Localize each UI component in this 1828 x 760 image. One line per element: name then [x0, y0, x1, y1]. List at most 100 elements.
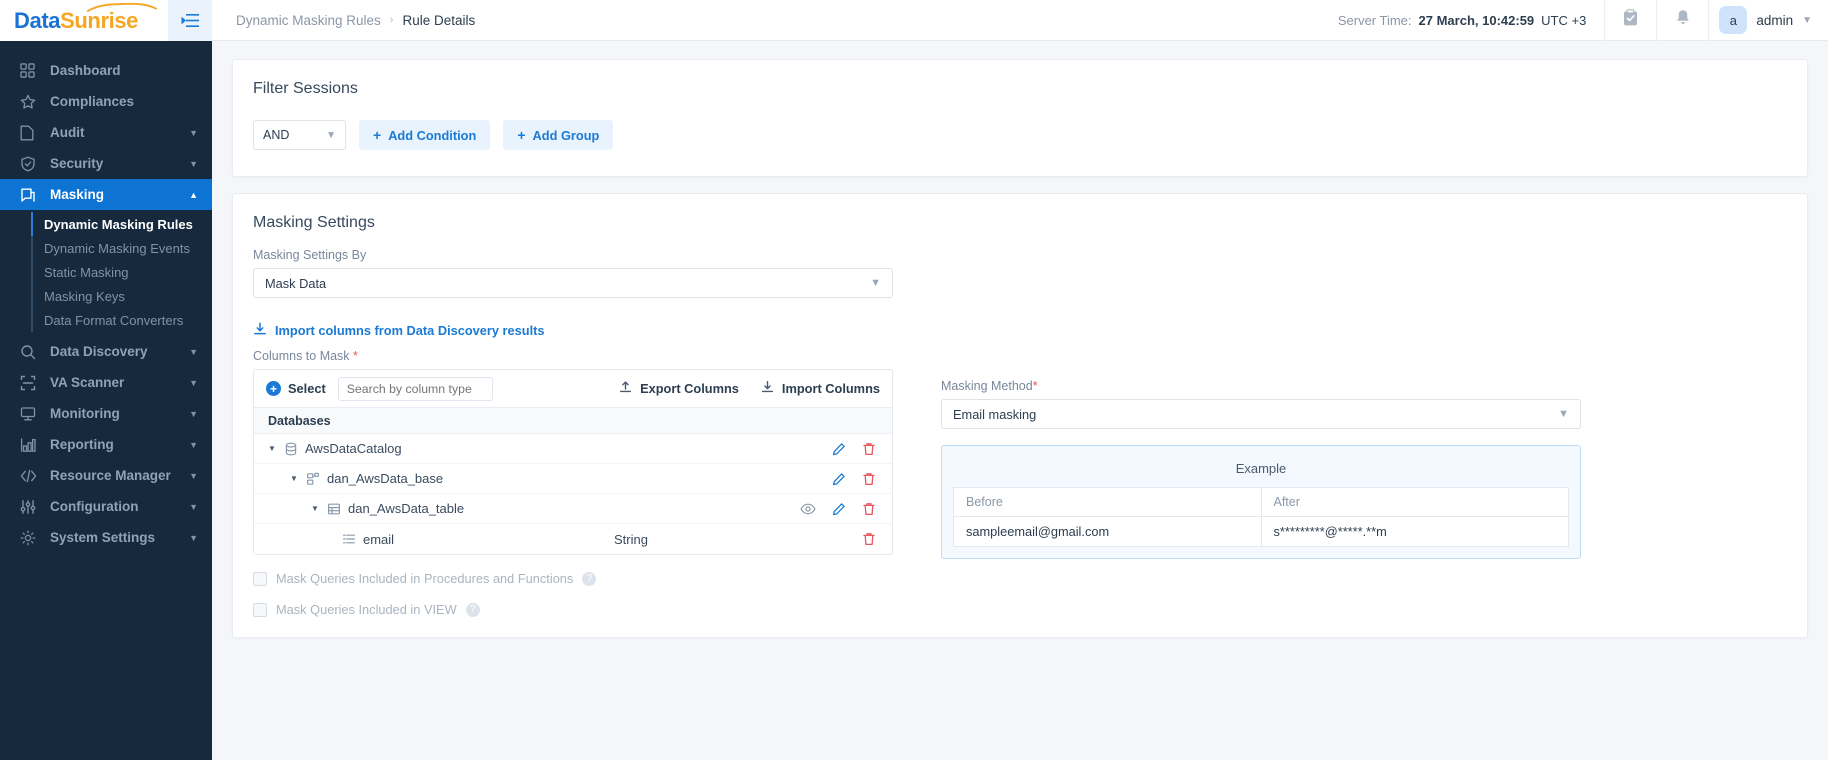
- export-columns-button[interactable]: Export Columns: [619, 380, 739, 397]
- select-columns-button[interactable]: + Select: [266, 381, 326, 396]
- sidebar-subitem-static-masking[interactable]: Static Masking: [0, 260, 212, 284]
- import-columns-label: Import Columns: [781, 381, 880, 396]
- import-columns-button[interactable]: Import Columns: [761, 380, 880, 397]
- chevron-down-icon: ▼: [189, 127, 198, 138]
- sidebar-item-va-scanner[interactable]: VA Scanner ▼: [0, 367, 212, 398]
- app-logo[interactable]: DataSunrise: [14, 1, 165, 34]
- mask-view-checkbox[interactable]: [253, 602, 267, 617]
- tree-node-column[interactable]: email: [342, 532, 394, 547]
- table-icon: [327, 502, 341, 516]
- masking-settings-card: Masking Settings Masking Settings By Mas…: [232, 193, 1808, 638]
- required-asterisk: *: [1032, 379, 1038, 393]
- sidebar-subitem-masking-keys[interactable]: Masking Keys: [0, 284, 212, 308]
- eye-icon[interactable]: [800, 502, 816, 516]
- sidebar-item-data-discovery[interactable]: Data Discovery ▼: [0, 336, 212, 367]
- plus-circle-icon: +: [266, 381, 281, 396]
- table-row[interactable]: ▼ dan_AwsData_table: [254, 494, 892, 524]
- triangle-down-icon[interactable]: ▼: [268, 444, 277, 453]
- edit-icon[interactable]: [832, 442, 846, 456]
- sidebar-item-compliances[interactable]: Compliances: [0, 86, 212, 117]
- chevron-down-icon: ▼: [189, 158, 198, 169]
- row-actions: [800, 502, 892, 516]
- tasks-button[interactable]: [1604, 0, 1656, 41]
- sliders-icon: [20, 499, 42, 515]
- example-before-value: sampleemail@gmail.com: [953, 516, 1262, 547]
- schema-icon: [306, 472, 320, 486]
- sidebar-item-audit[interactable]: Audit ▼: [0, 117, 212, 148]
- table-row: sampleemail@gmail.com s*********@*****.*…: [953, 516, 1569, 547]
- sidebar-item-dashboard[interactable]: Dashboard: [0, 55, 212, 86]
- sidebar-collapse-button[interactable]: [168, 0, 212, 41]
- table-row[interactable]: ▼ dan_AwsData_base: [254, 464, 892, 494]
- scan-icon: [20, 375, 42, 391]
- table-row[interactable]: ▼ AwsDataCatalog: [254, 434, 892, 464]
- sidebar-item-label: Reporting: [50, 437, 114, 452]
- topbar: Dynamic Masking Rules › Rule Details Ser…: [212, 0, 1828, 41]
- delete-icon[interactable]: [862, 532, 876, 546]
- server-time-timezone: UTC +3: [1541, 12, 1587, 28]
- avatar: a: [1719, 6, 1748, 34]
- mask-view-label: Mask Queries Included in VIEW: [276, 602, 457, 617]
- table-row[interactable]: email String: [254, 524, 892, 554]
- chevron-down-icon: ▼: [189, 346, 198, 357]
- mask-procedures-label: Mask Queries Included in Procedures and …: [276, 571, 574, 586]
- search-input[interactable]: [337, 376, 493, 401]
- masking-settings-title: Masking Settings: [253, 214, 375, 231]
- sidebar-subitem-dynamic-masking-rules[interactable]: Dynamic Masking Rules: [0, 212, 212, 236]
- delete-icon[interactable]: [862, 442, 876, 456]
- import-from-discovery-link[interactable]: Import columns from Data Discovery resul…: [253, 322, 913, 339]
- sidebar-subitem-data-format-converters[interactable]: Data Format Converters: [0, 308, 212, 332]
- mask-procedures-row[interactable]: Mask Queries Included in Procedures and …: [253, 571, 913, 586]
- tree-node-database[interactable]: ▼ AwsDataCatalog: [268, 441, 402, 456]
- chevron-down-icon: ▼: [1558, 408, 1569, 420]
- sidebar-item-system-settings[interactable]: System Settings ▼: [0, 522, 212, 553]
- topbar-right: Server Time: 27 March, 10:42:59 UTC +3 a…: [1320, 0, 1828, 41]
- column-type: String: [614, 531, 648, 547]
- row-actions: [832, 442, 892, 456]
- sidebar-item-label: System Settings: [50, 530, 156, 545]
- breadcrumb-parent[interactable]: Dynamic Masking Rules: [236, 13, 381, 28]
- sidebar-item-label: Security: [50, 156, 104, 171]
- edit-icon[interactable]: [832, 502, 846, 516]
- row-actions: [862, 532, 892, 546]
- user-name: admin: [1756, 12, 1794, 28]
- chevron-down-icon: ▼: [189, 377, 198, 388]
- sidebar-nav: Dashboard Compliances Audit ▼ Security ▼…: [0, 41, 212, 760]
- add-group-button[interactable]: + Add Group: [503, 120, 614, 150]
- sidebar-item-monitoring[interactable]: Monitoring ▼: [0, 398, 212, 429]
- chevron-down-icon: ▼: [326, 129, 336, 141]
- triangle-down-icon[interactable]: ▼: [290, 474, 299, 483]
- edit-icon[interactable]: [832, 472, 846, 486]
- sidebar-item-resource-manager[interactable]: Resource Manager ▼: [0, 460, 212, 491]
- row-actions: [832, 472, 892, 486]
- bar-chart-icon: [20, 437, 42, 453]
- help-icon[interactable]: ?: [465, 602, 480, 617]
- mask-view-row[interactable]: Mask Queries Included in VIEW ?: [253, 602, 913, 617]
- user-menu[interactable]: a admin ▼: [1708, 0, 1828, 41]
- content: Filter Sessions AND ▼ + Add Condition + …: [212, 41, 1828, 760]
- tree-node-table[interactable]: ▼ dan_AwsData_table: [311, 501, 464, 516]
- delete-icon[interactable]: [862, 472, 876, 486]
- logical-operator-select[interactable]: AND ▼: [253, 120, 346, 150]
- add-condition-button[interactable]: + Add Condition: [359, 120, 491, 150]
- sidebar-item-masking[interactable]: Masking ▲: [0, 179, 212, 210]
- sidebar-item-security[interactable]: Security ▼: [0, 148, 212, 179]
- breadcrumb: Dynamic Masking Rules › Rule Details: [212, 13, 475, 28]
- masking-settings-by-select[interactable]: Mask Data ▼: [253, 268, 893, 298]
- mask-procedures-checkbox[interactable]: [253, 571, 267, 586]
- tree-node-label: email: [363, 531, 395, 547]
- sidebar-item-label: Compliances: [50, 94, 135, 109]
- sidebar-item-reporting[interactable]: Reporting ▼: [0, 429, 212, 460]
- sidebar-item-configuration[interactable]: Configuration ▼: [0, 491, 212, 522]
- sidebar-subitem-dynamic-masking-events[interactable]: Dynamic Masking Events: [0, 236, 212, 260]
- add-condition-label: Add Condition: [388, 127, 477, 143]
- chevron-down-icon: ▼: [870, 277, 881, 289]
- notifications-button[interactable]: [1656, 0, 1708, 41]
- triangle-down-icon[interactable]: ▼: [311, 504, 320, 513]
- masking-settings-body: Masking Settings By Mask Data ▼ Import c…: [233, 232, 1807, 637]
- sidebar-item-label: Masking: [50, 187, 105, 202]
- tree-node-schema[interactable]: ▼ dan_AwsData_base: [290, 471, 443, 486]
- delete-icon[interactable]: [862, 502, 876, 516]
- help-icon[interactable]: ?: [582, 571, 597, 586]
- masking-method-select[interactable]: Email masking ▼: [941, 399, 1581, 429]
